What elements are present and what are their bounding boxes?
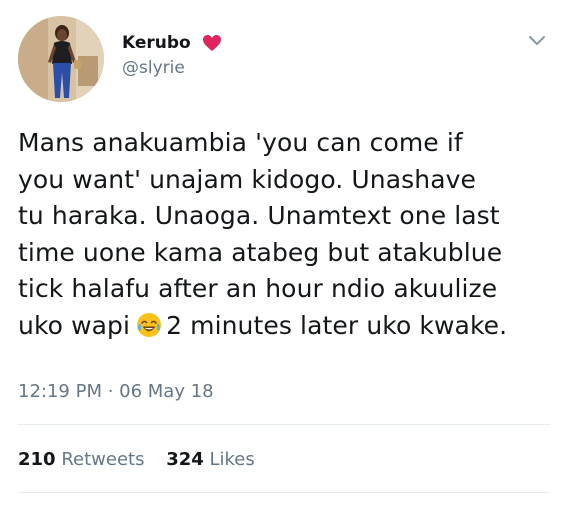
user-handle[interactable]: @slyrie <box>122 57 222 79</box>
tweet-header: Kerubo @slyrie <box>18 16 552 104</box>
tweet-card: Kerubo @slyrie Mans anakuambia 'you can … <box>0 0 568 507</box>
tweet-timestamp[interactable]: 12:19 PM · 06 May 18 <box>18 380 214 404</box>
heart-icon <box>202 34 222 52</box>
face-with-tears-of-joy-icon <box>136 312 162 338</box>
display-name[interactable]: Kerubo <box>122 32 191 54</box>
divider <box>18 424 550 425</box>
tweet-text: Mans anakuambia 'you can come if you wan… <box>18 125 558 344</box>
divider <box>18 492 550 493</box>
tweet-text-main: Mans anakuambia 'you can come if you wan… <box>18 128 503 340</box>
likes-label: Likes <box>209 449 255 470</box>
chevron-down-icon[interactable] <box>528 32 546 45</box>
tweet-stats: 210 Retweets 324 Likes <box>18 448 271 472</box>
avatar-photo <box>18 16 104 102</box>
retweets-stat[interactable]: 210 Retweets <box>18 448 144 472</box>
likes-count: 324 <box>166 449 204 470</box>
retweets-label: Retweets <box>61 449 145 470</box>
user-info: Kerubo @slyrie <box>122 32 222 79</box>
likes-stat[interactable]: 324 Likes <box>166 448 255 472</box>
retweets-count: 210 <box>18 449 56 470</box>
avatar[interactable] <box>18 16 104 102</box>
tweet-text-tail: 2 minutes later uko kwake. <box>166 310 508 340</box>
